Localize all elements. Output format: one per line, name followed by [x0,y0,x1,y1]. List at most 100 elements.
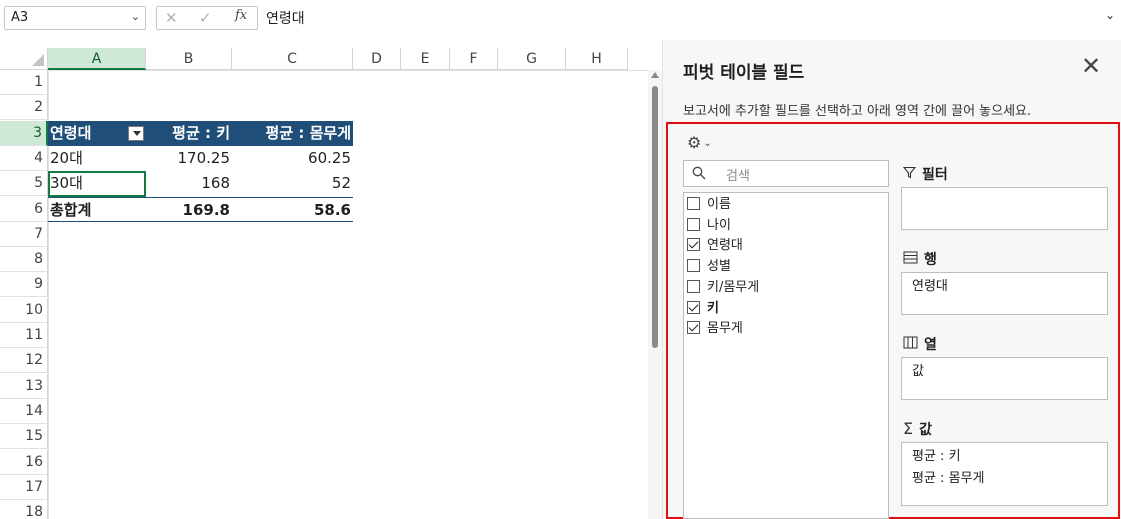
filter-area-label: 필터 [902,164,948,184]
rows-area-label: 행 [903,249,937,269]
column-header-f[interactable]: F [450,48,498,70]
rows-area-item[interactable]: 연령대 [902,276,1107,298]
formula-bar: A3 ⌄ ✕ ✓ fx 연령대 ⌄ [0,0,1121,34]
field-item[interactable]: 나이 [687,216,731,236]
row-header-11[interactable]: 11 [0,323,48,348]
column-header-d[interactable]: D [353,48,401,70]
sigma-icon: Σ [903,419,914,438]
pivot-data-cell[interactable]: 52 [232,171,353,196]
scrollbar-thumb[interactable] [652,86,658,348]
select-all-button[interactable] [0,48,48,70]
column-header-a[interactable]: A [48,48,146,70]
pivot-table-fields-pane: 피벗 테이블 필드 ✕ 보고서에 추가할 필드를 선택하고 아래 영역 간에 끌… [662,40,1121,519]
field-list: 이름나이연령대성별키/몸무게키몸무게 [683,192,889,519]
filter-dropdown-icon[interactable] [128,125,144,141]
expand-formula-bar-icon[interactable]: ⌄ [1105,8,1115,22]
column-header-e[interactable]: E [401,48,450,70]
search-placeholder: 검색 [726,169,750,184]
chevron-down-icon: ⌄ [703,138,712,149]
pane-description: 보고서에 추가할 필드를 선택하고 아래 영역 간에 끌어 놓으세요. [683,104,1032,119]
row-header-14[interactable]: 14 [0,398,48,424]
pivot-header-cell[interactable]: 평균 : 키 [146,120,232,146]
pivot-header-cell[interactable]: 평균 : 몸무게 [232,120,353,146]
field-item[interactable]: 몸무게 [687,319,743,339]
row-header-16[interactable]: 16 [0,449,48,475]
column-header-b[interactable]: B [146,48,232,70]
field-checkbox[interactable] [687,259,700,273]
field-item[interactable]: 키/몸무게 [687,278,759,298]
row-header-13[interactable]: 13 [0,373,48,399]
vertical-scrollbar[interactable] [648,70,662,519]
field-label: 나이 [707,217,731,233]
row-header-8[interactable]: 8 [0,247,48,273]
values-area-box[interactable]: 평균 : 키 평균 : 몸무게 [901,442,1108,506]
field-item[interactable]: 연령대 [687,236,743,256]
row-header-15[interactable]: 15 [0,424,48,450]
field-label: 몸무게 [707,321,743,337]
row-header-10[interactable]: 10 [0,297,48,323]
gear-icon: ⚙ [687,133,702,152]
pivot-data-cell[interactable]: 168 [146,171,232,196]
field-checkbox[interactable] [687,300,700,314]
pivot-total-cell[interactable]: 총합계 [48,196,146,222]
field-checkbox[interactable] [687,279,700,293]
rows-area-box[interactable]: 연령대 [901,272,1108,315]
columns-area-title: 열 [924,337,937,353]
close-icon[interactable]: ✕ [1081,54,1101,78]
formula-input[interactable]: 연령대 [262,6,1112,30]
field-item[interactable]: 이름 [687,195,731,215]
cancel-icon[interactable]: ✕ [165,9,178,27]
field-checkbox[interactable] [687,238,700,252]
field-checkbox[interactable] [687,197,700,210]
row-header-5[interactable]: 5 [0,171,48,197]
filter-area-box[interactable] [901,187,1108,230]
columns-area-item[interactable]: 값 [902,361,1107,383]
field-item[interactable]: 성별 [687,257,731,277]
name-box[interactable]: A3 ⌄ [4,6,146,30]
values-area-title: 값 [919,422,932,438]
field-label: 키 [707,300,719,316]
active-cell-selection [48,171,146,197]
row-header-4[interactable]: 4 [0,145,48,171]
field-checkbox[interactable] [687,321,700,335]
field-label: 성별 [707,259,731,275]
row-header-18[interactable]: 18 [0,500,48,519]
pivot-total-cell[interactable]: 58.6 [232,196,353,222]
pivot-data-cell[interactable]: 170.25 [146,146,232,171]
columns-area-box[interactable]: 값 [901,357,1108,400]
column-header-h[interactable]: H [566,48,628,70]
chevron-down-icon[interactable]: ⌄ [131,10,140,23]
row-header-7[interactable]: 7 [0,221,48,247]
values-area-label: Σ값 [903,419,932,439]
column-header-g[interactable]: G [498,48,566,70]
values-area-item[interactable]: 평균 : 키 [902,446,1107,468]
field-checkbox[interactable] [687,217,700,231]
values-area-item[interactable]: 평균 : 몸무게 [902,468,1107,490]
rows-area-title: 행 [924,252,937,268]
rows-icon [903,251,918,268]
column-header-c[interactable]: C [232,48,353,70]
row-header-9[interactable]: 9 [0,272,48,298]
field-label: 키/몸무게 [707,279,760,295]
search-icon [692,166,706,180]
pivot-header-cell[interactable]: 연령대 [48,120,146,146]
pivot-data-cell[interactable]: 20대 [48,146,146,171]
field-search-input[interactable]: 검색 [683,160,889,187]
row-header-2[interactable]: 2 [0,95,48,121]
enter-icon[interactable]: ✓ [199,9,212,27]
pivot-total-cell[interactable]: 169.8 [146,196,232,222]
name-box-value: A3 [11,10,29,25]
scroll-up-icon[interactable] [651,72,659,78]
row-header-3[interactable]: 3 [0,120,48,146]
field-item[interactable]: 키 [687,299,719,319]
insert-function-icon[interactable]: fx [235,8,247,23]
row-header-17[interactable]: 17 [0,474,48,500]
columns-icon [903,336,918,353]
pane-title: 피벗 테이블 필드 [683,63,805,83]
row-header-6[interactable]: 6 [0,196,48,222]
tools-button[interactable]: ⚙ ⌄ [687,133,712,152]
row-header-12[interactable]: 12 [0,348,48,374]
row-header-1[interactable]: 1 [0,70,48,95]
pivot-data-cell[interactable]: 60.25 [232,146,353,171]
filter-area-title: 필터 [922,167,948,183]
